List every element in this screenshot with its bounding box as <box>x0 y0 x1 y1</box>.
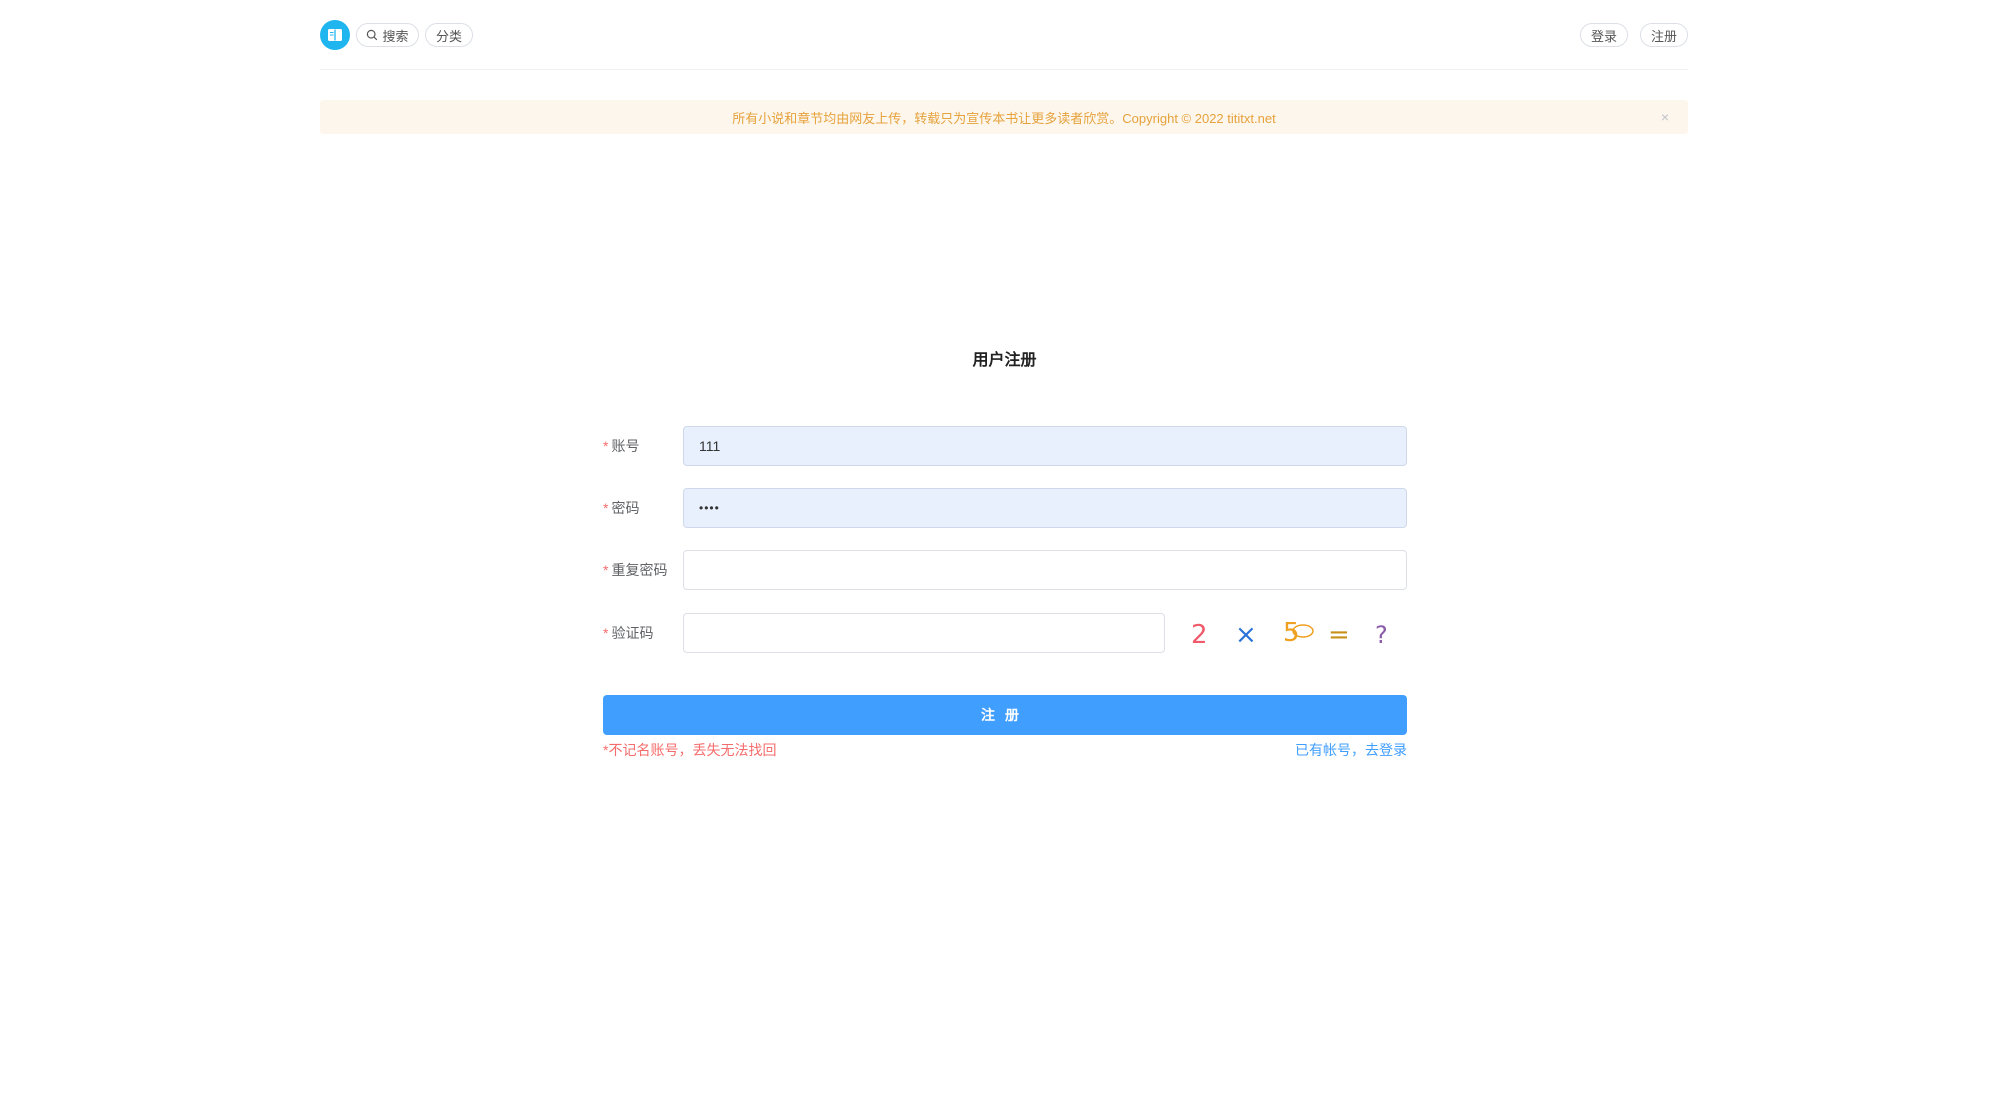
password-input[interactable]: •••• <box>683 488 1407 528</box>
captcha-char-4: = <box>1328 620 1350 650</box>
close-icon[interactable]: × <box>1658 110 1672 124</box>
captcha-image[interactable]: 2 × 5 = ? <box>1183 615 1403 651</box>
captcha-row: * 验证码 2 × 5 = ? <box>603 613 1407 653</box>
account-input[interactable]: 111 <box>683 426 1407 466</box>
password-row: * 密码 •••• <box>603 488 1407 528</box>
search-icon <box>367 29 378 41</box>
register-label: 注册 <box>1650 28 1677 44</box>
goto-login-link[interactable]: 已有帐号，去登录 <box>1295 740 1407 760</box>
repeat-password-row: * 重复密码 <box>603 550 1407 590</box>
page-title: 用户注册 <box>972 352 1037 369</box>
captcha-char-3: 5 <box>1283 618 1300 648</box>
repeat-password-input[interactable] <box>683 550 1407 590</box>
account-label: * 账号 <box>603 438 640 454</box>
category-label: 分类 <box>435 28 462 44</box>
captcha-char-1: 2 <box>1191 620 1208 650</box>
register-submit-button[interactable]: 注册 <box>603 695 1407 735</box>
anonymous-account-hint: *不记名账号，丢失无法找回 <box>603 742 777 758</box>
category-button[interactable]: 分类 <box>425 23 473 47</box>
register-button[interactable]: 注册 <box>1640 23 1688 47</box>
search-button[interactable]: 搜索 <box>356 23 419 47</box>
copyright-notice: 所有小说和章节均由网友上传，转载只为宣传本书让更多读者欣赏。Copyright … <box>320 100 1688 134</box>
captcha-char-5: ? <box>1375 621 1388 649</box>
captcha-char-2: × <box>1235 620 1257 650</box>
book-icon <box>328 29 342 41</box>
password-label: * 密码 <box>603 500 640 516</box>
account-row: * 账号 111 <box>603 426 1407 466</box>
top-header: 搜索 分类 登录 注册 <box>320 0 1688 70</box>
search-label: 搜索 <box>382 28 409 44</box>
login-button[interactable]: 登录 <box>1580 23 1628 47</box>
captcha-label: * 验证码 <box>603 625 654 641</box>
book-logo-icon[interactable] <box>320 20 350 50</box>
repeat-password-label: * 重复密码 <box>603 562 668 578</box>
notice-text: 所有小说和章节均由网友上传，转载只为宣传本书让更多读者欣赏。Copyright … <box>732 110 1276 126</box>
captcha-input[interactable] <box>683 613 1165 653</box>
login-label: 登录 <box>1590 28 1617 44</box>
